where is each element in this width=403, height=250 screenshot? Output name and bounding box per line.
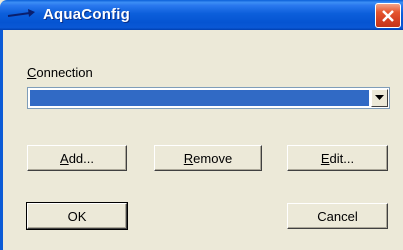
connection-combobox[interactable] [27, 87, 390, 109]
aquaconfig-dialog: AquaConfig Connection Add... Remove Edit… [0, 0, 403, 250]
edit-button[interactable]: Edit... [287, 145, 388, 171]
edit-button-mnemonic: E [320, 150, 330, 166]
arrow-icon [6, 7, 36, 23]
connection-dropdown-button[interactable] [371, 89, 388, 107]
remove-button-rest: emove [193, 150, 233, 166]
edit-button-rest: dit... [329, 150, 355, 166]
add-button-rest: dd... [68, 150, 94, 166]
window-title: AquaConfig [43, 6, 130, 23]
close-button[interactable] [375, 3, 401, 28]
add-button[interactable]: Add... [27, 145, 127, 171]
connection-selected-value [30, 90, 369, 106]
chevron-down-icon [375, 95, 384, 100]
connection-label-rest: onnection [36, 65, 93, 80]
add-button-mnemonic: A [60, 150, 69, 166]
remove-button[interactable]: Remove [154, 145, 262, 171]
title-bar[interactable]: AquaConfig [0, 0, 403, 30]
remove-button-mnemonic: R [183, 150, 194, 166]
close-icon [382, 10, 394, 22]
window-frame-left [0, 30, 3, 250]
connection-label: Connection [27, 65, 93, 80]
connection-label-mnemonic: C [27, 65, 37, 80]
ok-button[interactable]: OK [26, 202, 128, 230]
cancel-button[interactable]: Cancel [287, 203, 388, 229]
